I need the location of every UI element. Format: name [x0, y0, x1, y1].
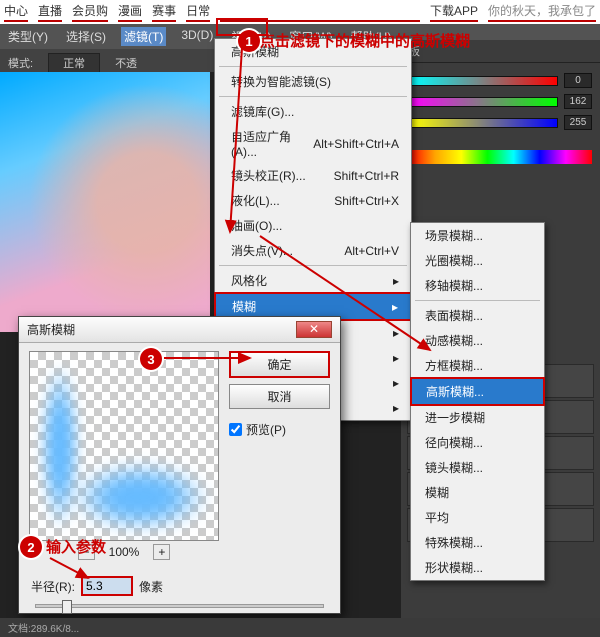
submenu-item[interactable]: 动感模糊...	[411, 328, 544, 353]
ok-button[interactable]: 确定	[229, 351, 330, 378]
submenu-item[interactable]: 光圈模糊...	[411, 248, 544, 273]
val-r[interactable]: 0	[564, 73, 592, 88]
spectrum-bar[interactable]	[409, 150, 592, 164]
image-preview	[0, 72, 210, 332]
preview-checkbox[interactable]: 预览(P)	[229, 421, 330, 438]
menu-item[interactable]: 转换为智能滤镜(S)	[215, 69, 411, 94]
gaussian-blur-dialog: 高斯模糊 ✕ − 100% + 确定 取消 预览(P) 半径(R): 像素	[18, 316, 341, 614]
submenu-item[interactable]: 特殊模糊...	[411, 530, 544, 555]
tab[interactable]: 中心	[4, 2, 28, 22]
color-sliders: 0 162 255	[401, 63, 600, 146]
submenu-item-gaussian-blur[interactable]: 高斯模糊...	[410, 377, 545, 406]
submenu-item[interactable]: 场景模糊...	[411, 223, 544, 248]
blur-submenu: 场景模糊... 光圈模糊... 移轴模糊... 表面模糊... 动感模糊... …	[410, 222, 545, 581]
browser-tabs: 中心 直播 会员购 漫画 赛事 日常 下载APP 你的秋天，我承包了	[0, 0, 600, 24]
tab[interactable]: 漫画	[118, 2, 142, 22]
radius-slider[interactable]	[35, 604, 324, 608]
close-button[interactable]: ✕	[296, 321, 332, 338]
menu-item[interactable]: 液化(L)...Shift+Ctrl+X	[215, 188, 411, 213]
val-b[interactable]: 255	[564, 115, 592, 130]
radius-input[interactable]	[81, 576, 133, 596]
annotation-step1: 点击滤镜下的模糊中的高斯模糊	[260, 30, 470, 51]
highlight-filter-menu	[216, 18, 268, 36]
opacity-label: 不透	[115, 55, 137, 71]
zoom-in-button[interactable]: +	[153, 544, 170, 560]
tab[interactable]: 日常	[186, 2, 210, 22]
step-marker-2: 2	[20, 536, 42, 558]
cancel-button[interactable]: 取消	[229, 384, 330, 409]
submenu-item[interactable]: 移轴模糊...	[411, 273, 544, 298]
menu-item[interactable]: 镜头校正(R)...Shift+Ctrl+R	[215, 163, 411, 188]
submenu-item[interactable]: 平均	[411, 505, 544, 530]
tab[interactable]: 直播	[38, 2, 62, 22]
radius-unit: 像素	[139, 578, 163, 595]
submenu-item[interactable]: 镜头模糊...	[411, 455, 544, 480]
submenu-item[interactable]: 进一步模糊	[411, 405, 544, 430]
mode-value[interactable]: 正常	[48, 53, 100, 73]
submenu-item[interactable]: 形状模糊...	[411, 555, 544, 580]
menu-item[interactable]: 自适应广角(A)...Alt+Shift+Ctrl+A	[215, 124, 411, 163]
submenu-item[interactable]: 表面模糊...	[411, 303, 544, 328]
submenu-item[interactable]: 模糊	[411, 480, 544, 505]
menu-select[interactable]: 选择(S)	[63, 27, 109, 46]
menu-filter[interactable]: 滤镜(T)	[121, 27, 166, 46]
submenu-item[interactable]: 方框模糊...	[411, 353, 544, 378]
status-left: 文档:289.6K/8...	[8, 620, 79, 635]
menu-3d[interactable]: 3D(D)	[178, 27, 216, 46]
annotation-step2: 输入参数	[46, 536, 106, 557]
val-g[interactable]: 162	[564, 94, 592, 109]
blur-preview[interactable]	[29, 351, 219, 541]
menu-item[interactable]: 油画(O)...	[215, 213, 411, 238]
tab[interactable]: 会员购	[72, 2, 108, 22]
step-marker-3: 3	[140, 348, 162, 370]
submenu-item[interactable]: 径向模糊...	[411, 430, 544, 455]
status-bar: 文档:289.6K/8...	[0, 618, 600, 637]
menu-type[interactable]: 类型(Y)	[5, 27, 51, 46]
tab[interactable]: 赛事	[152, 2, 176, 22]
dialog-title: 高斯模糊	[27, 321, 75, 338]
slider-r[interactable]	[409, 76, 558, 86]
slogan: 你的秋天，我承包了	[488, 2, 596, 22]
menu-item-stylize[interactable]: 风格化▸	[215, 268, 411, 293]
menu-item[interactable]: 消失点(V)...Alt+Ctrl+V	[215, 238, 411, 263]
menu-item[interactable]: 滤镜库(G)...	[215, 99, 411, 124]
slider-b[interactable]	[409, 118, 558, 128]
zoom-value: 100%	[109, 545, 140, 559]
slider-g[interactable]	[409, 97, 558, 107]
download-link[interactable]: 下载APP	[430, 2, 478, 22]
radius-label: 半径(R):	[31, 578, 75, 595]
mode-label: 模式:	[8, 55, 33, 71]
